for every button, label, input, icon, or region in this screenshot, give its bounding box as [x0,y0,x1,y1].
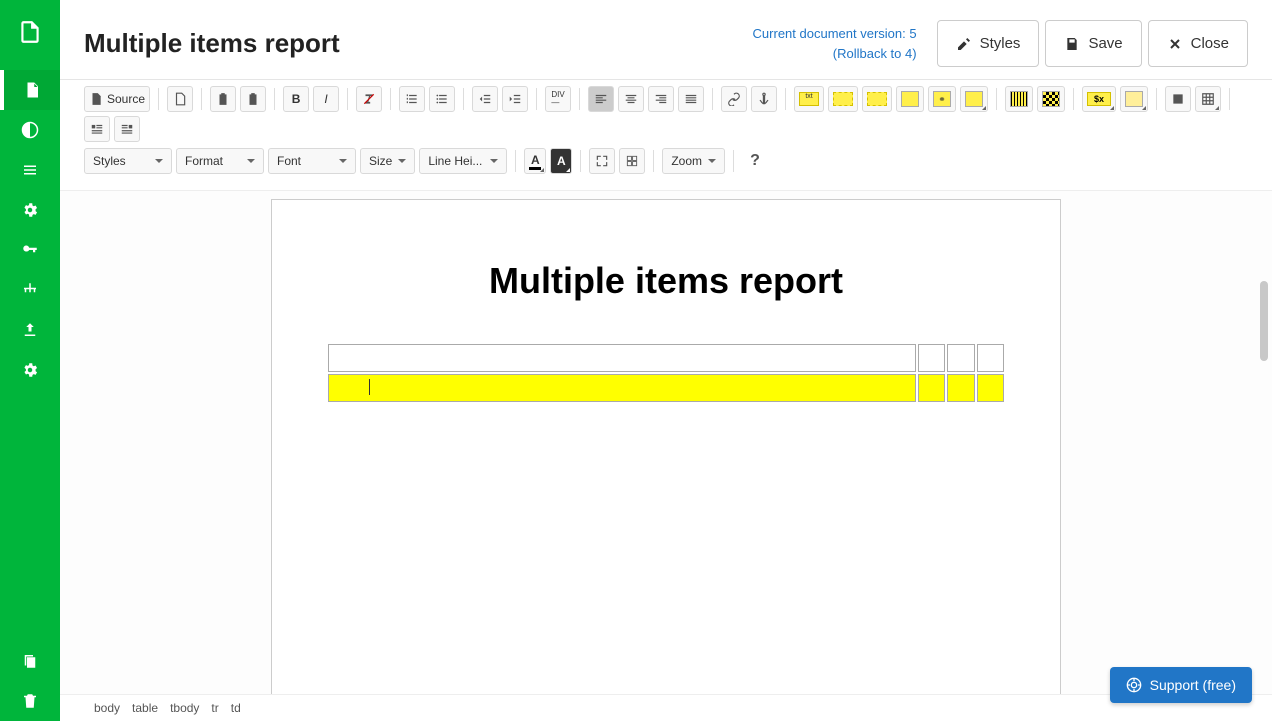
placeholder-dash2-icon[interactable] [862,86,892,112]
page-placeholder-icon[interactable] [1120,86,1148,112]
sidebar-settings2-icon[interactable] [0,350,60,390]
sidebar-document-icon[interactable] [0,70,60,110]
sidebar-trash-icon[interactable] [0,681,60,721]
div-icon[interactable]: DIV— [545,86,571,112]
styles-button[interactable]: Styles [937,20,1040,67]
align-justify-icon[interactable] [678,86,704,112]
document-table[interactable] [326,342,1006,404]
size-select-label: Size [369,154,392,168]
sidebar-upload-icon[interactable] [0,310,60,350]
table-cell[interactable] [947,344,974,372]
outdent-icon[interactable] [472,86,498,112]
anchor-icon[interactable] [751,86,777,112]
table-cell[interactable] [977,374,1004,402]
breadcrumb-item[interactable]: tbody [170,701,199,715]
align-center-icon[interactable] [618,86,644,112]
placeholder-text-icon[interactable]: txt [794,86,824,112]
support-button[interactable]: Support (free) [1110,667,1252,703]
placeholder-link-icon[interactable]: ⚭ [928,86,956,112]
image-icon[interactable] [1165,86,1191,112]
link-icon[interactable] [721,86,747,112]
table-icon[interactable] [1195,86,1221,112]
close-button[interactable]: Close [1148,20,1248,67]
styles-select[interactable]: Styles [84,148,172,174]
table-row[interactable] [328,374,1004,402]
editor-toolbar: Source B I DIV— [60,80,1272,191]
placeholder-dash-icon[interactable] [828,86,858,112]
source-label: Source [107,92,145,106]
support-label: Support (free) [1150,677,1236,693]
format-select[interactable]: Format [176,148,264,174]
align-left-icon[interactable] [588,86,614,112]
table-cell[interactable] [977,344,1004,372]
table-row[interactable] [328,344,1004,372]
maximize-icon[interactable] [589,148,615,174]
zoom-select[interactable]: Zoom [662,148,725,174]
numbered-list-icon[interactable] [399,86,425,112]
page-title: Multiple items report [84,28,753,59]
table-cell[interactable] [918,344,945,372]
placeholder-card-icon[interactable] [960,86,988,112]
version-info: Current document version: 5 (Rollback to… [753,24,917,63]
lineheight-label: Line Hei... [428,154,482,168]
paste-icon[interactable] [210,86,236,112]
sidebar-list-icon[interactable] [0,150,60,190]
align-right-icon[interactable] [648,86,674,112]
sidebar-settings-icon[interactable] [0,190,60,230]
topbar: Multiple items report Current document v… [60,0,1272,80]
sidebar-logo-icon[interactable] [0,12,60,52]
breadcrumb-item[interactable]: td [231,701,241,715]
help-icon[interactable]: ? [742,148,768,174]
breadcrumb-item[interactable]: table [132,701,158,715]
placeholder-image-icon[interactable] [896,86,924,112]
wrap-left-icon[interactable] [84,116,110,142]
dollar-placeholder-icon[interactable]: $x [1082,86,1116,112]
show-blocks-icon[interactable] [619,148,645,174]
close-button-label: Close [1191,35,1229,52]
indent-icon[interactable] [502,86,528,112]
styles-button-label: Styles [980,35,1021,52]
sidebar-copy-icon[interactable] [0,641,60,681]
sidebar [0,0,60,721]
bg-color-icon[interactable]: A [550,148,572,174]
bullet-list-icon[interactable] [429,86,455,112]
barcode-icon[interactable] [1005,86,1033,112]
breadcrumb-item[interactable]: tr [211,701,218,715]
document-heading[interactable]: Multiple items report [322,260,1010,302]
vertical-scrollbar[interactable] [1260,281,1268,361]
format-select-label: Format [185,154,223,168]
table-cell[interactable] [328,344,916,372]
bold-icon[interactable]: B [283,86,309,112]
italic-icon[interactable]: I [313,86,339,112]
font-select[interactable]: Font [268,148,356,174]
sidebar-key-icon[interactable] [0,230,60,270]
element-path: body table tbodytrtd [60,694,1272,721]
sidebar-sitemap-icon[interactable] [0,270,60,310]
zoom-label: Zoom [671,154,702,168]
lineheight-select[interactable]: Line Hei... [419,148,507,174]
breadcrumb-item[interactable]: body [94,701,120,715]
styles-select-label: Styles [93,154,126,168]
text-color-icon[interactable]: A [524,148,546,174]
remove-format-icon[interactable] [356,86,382,112]
save-button-label: Save [1088,35,1122,52]
document-page[interactable]: Multiple items report [271,199,1061,694]
source-button[interactable]: Source [84,86,150,112]
paste-text-icon[interactable] [240,86,266,112]
rollback-link[interactable]: (Rollback to 4) [833,46,917,61]
version-line: Current document version: 5 [753,24,917,44]
wrap-right-icon[interactable] [114,116,140,142]
newpage-icon[interactable] [167,86,193,112]
size-select[interactable]: Size [360,148,415,174]
qrcode-icon[interactable] [1037,86,1065,112]
font-select-label: Font [277,154,301,168]
table-cell[interactable] [918,374,945,402]
save-button[interactable]: Save [1045,20,1141,67]
table-cell[interactable] [328,374,916,402]
canvas-area[interactable]: Multiple items report [60,191,1272,694]
sidebar-contrast-icon[interactable] [0,110,60,150]
table-cell[interactable] [947,374,974,402]
